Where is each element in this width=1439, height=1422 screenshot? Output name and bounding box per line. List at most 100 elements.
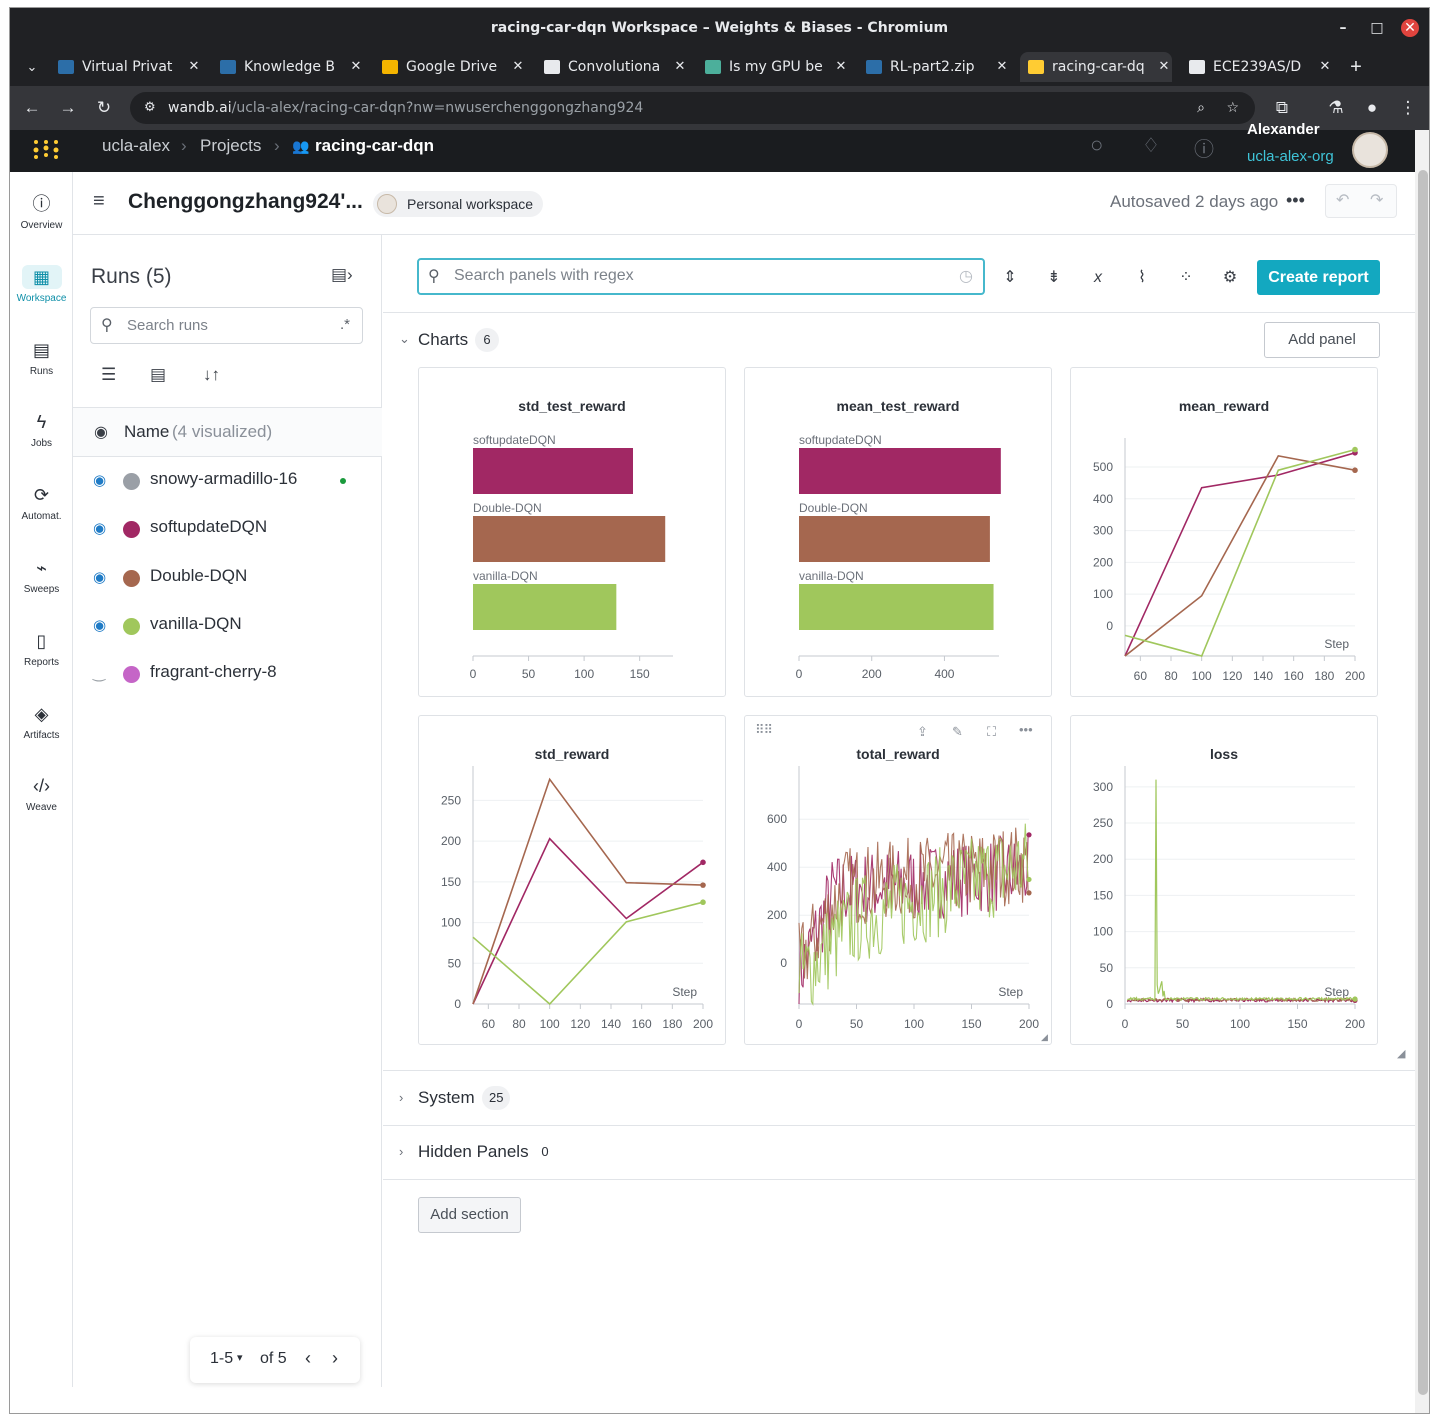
system-section[interactable]: › System 25: [383, 1072, 1415, 1126]
run-row[interactable]: ‿ fragrant-cherry-8: [73, 650, 382, 698]
undo-icon[interactable]: ↶: [1336, 190, 1349, 210]
search-runs-input[interactable]: ⚲ Search runs .*: [90, 307, 363, 344]
notifications-bell-icon[interactable]: ♢: [1142, 133, 1160, 158]
close-tab-icon[interactable]: ✕: [186, 52, 202, 82]
nav-weave[interactable]: ‹/› Weave: [10, 774, 73, 813]
chevron-right-icon[interactable]: ›: [399, 1144, 403, 1159]
search-panels-input[interactable]: ⚲ Search panels with regex ◷: [417, 258, 985, 295]
name-column-header[interactable]: Name: [124, 422, 169, 442]
eye-icon[interactable]: ◉: [93, 471, 106, 489]
run-row[interactable]: ◉ vanilla-DQN: [73, 602, 382, 650]
eye-icon[interactable]: ◉: [93, 616, 106, 634]
nav-jobs[interactable]: ϟ Jobs: [10, 410, 73, 449]
site-info-icon[interactable]: ⚙: [144, 92, 156, 124]
tab-list-chevron-icon[interactable]: ⌄: [20, 55, 44, 79]
next-page-icon[interactable]: ›: [332, 1348, 338, 1369]
tab-0[interactable]: Virtual Privat ✕: [50, 52, 202, 82]
extensions-icon[interactable]: ⧉: [1270, 96, 1294, 120]
breadcrumb-projects[interactable]: Projects: [200, 136, 261, 156]
charts-section-title[interactable]: Charts: [418, 330, 468, 350]
close-tab-icon[interactable]: ✕: [348, 52, 364, 82]
avatar[interactable]: [1352, 132, 1388, 168]
create-report-button[interactable]: Create report: [1257, 260, 1380, 295]
hamburger-menu-icon[interactable]: ≡: [93, 190, 105, 213]
eye-icon[interactable]: ◉: [94, 422, 108, 442]
close-tab-icon[interactable]: ✕: [833, 52, 849, 82]
drag-handle-icon[interactable]: ⠿⠿: [755, 722, 773, 738]
reload-icon[interactable]: ↻: [92, 96, 116, 120]
nav-automat[interactable]: ⟳ Automat.: [10, 483, 73, 522]
close-tab-icon[interactable]: ✕: [672, 52, 688, 82]
help-icon[interactable]: ⓘ: [1194, 133, 1214, 162]
nav-artifacts[interactable]: ◈ Artifacts: [10, 702, 73, 741]
nav-runs[interactable]: ▤ Runs: [10, 338, 73, 377]
labs-flask-icon[interactable]: ⚗: [1324, 96, 1348, 120]
scrollbar-thumb[interactable]: [1418, 170, 1428, 1395]
run-name[interactable]: fragrant-cherry-8: [150, 662, 277, 682]
new-tab-icon[interactable]: +: [1344, 55, 1368, 79]
hidden-panels-section[interactable]: › Hidden Panels 0: [383, 1126, 1415, 1180]
eye-icon[interactable]: ◉: [93, 568, 106, 586]
fullscreen-icon[interactable]: ⛶: [987, 724, 996, 740]
outliers-icon[interactable]: ⁘: [1173, 265, 1199, 291]
collapse-icon[interactable]: ⇟: [1041, 265, 1067, 291]
minimize-icon[interactable]: –: [1333, 18, 1353, 38]
x-axis-icon[interactable]: x: [1085, 265, 1111, 291]
sort-icon[interactable]: ↓↑: [203, 365, 220, 385]
columns-icon[interactable]: ▤: [150, 365, 166, 385]
run-color-swatch[interactable]: [123, 473, 140, 490]
menu-kebab-icon[interactable]: ⋮: [1396, 96, 1420, 120]
edit-pencil-icon[interactable]: ✎: [952, 724, 963, 740]
tab-5[interactable]: RL-part2.zip ✕: [858, 52, 1010, 82]
close-window-icon[interactable]: ✕: [1401, 19, 1419, 37]
redo-icon[interactable]: ↷: [1370, 190, 1383, 210]
tab-4[interactable]: Is my GPU be ✕: [697, 52, 849, 82]
tab-3[interactable]: Convolutiona ✕: [536, 52, 688, 82]
run-name[interactable]: Double-DQN: [150, 566, 247, 586]
chart-panel-mean-reward[interactable]: mean_reward 0 100 200 300 400 500 60 80 100 120 140…: [1070, 367, 1378, 697]
add-panel-button[interactable]: Add panel: [1264, 322, 1380, 358]
smoothing-icon[interactable]: ⌇: [1129, 265, 1155, 291]
workspace-title[interactable]: Chenggongzhang924'...: [128, 190, 363, 214]
more-options-icon[interactable]: •••: [1286, 190, 1305, 211]
forward-arrow-icon[interactable]: →: [56, 96, 80, 120]
tab-1[interactable]: Knowledge B ✕: [212, 52, 364, 82]
run-name[interactable]: snowy-armadillo-16: [150, 469, 297, 489]
back-arrow-icon[interactable]: ←: [20, 96, 44, 120]
regex-toggle[interactable]: .*: [340, 316, 350, 333]
run-color-swatch[interactable]: [123, 569, 140, 587]
chevron-right-icon[interactable]: ›: [399, 1090, 403, 1105]
history-icon[interactable]: ◷: [959, 266, 973, 286]
eye-closed-icon[interactable]: ‿: [93, 664, 105, 682]
close-tab-icon[interactable]: ✕: [510, 52, 526, 82]
close-tab-icon[interactable]: ✕: [1156, 52, 1172, 82]
tab-6[interactable]: racing-car-dq ✕: [1020, 52, 1172, 82]
run-row[interactable]: ◉ Double-DQN: [73, 554, 382, 602]
personal-workspace-badge[interactable]: Personal workspace: [373, 191, 544, 217]
settings-gear-icon[interactable]: ⚙: [1217, 265, 1243, 291]
chart-panel-loss[interactable]: loss 0 50 100 150 200 250 300 0 50 100 150 200 Step: [1070, 715, 1378, 1045]
profile-icon[interactable]: ●: [1360, 96, 1384, 120]
prev-page-icon[interactable]: ‹: [305, 1348, 311, 1369]
breadcrumb-project[interactable]: racing-car-dqn: [315, 136, 434, 156]
resize-handle-icon[interactable]: ◢: [1041, 1032, 1048, 1043]
search-icon[interactable]: ○: [1090, 132, 1103, 158]
user-org[interactable]: ucla-alex-org: [1247, 148, 1334, 165]
tab-2[interactable]: Google Drive ✕: [374, 52, 526, 82]
run-color-swatch[interactable]: [123, 521, 140, 539]
nav-reports[interactable]: ▯ Reports: [10, 629, 73, 668]
chart-panel-mean-test-reward[interactable]: mean_test_reward softupdateDQN Double-DQN v…: [744, 367, 1052, 697]
nav-workspace[interactable]: ▦ Workspace: [10, 264, 73, 304]
nav-sweeps[interactable]: ⌁ Sweeps: [10, 556, 73, 595]
filter-icon[interactable]: ☰: [101, 365, 116, 385]
run-color-swatch[interactable]: [123, 666, 140, 684]
chart-panel-std-reward[interactable]: std_reward 0 50 100 150 200 250 60 80 100 120 140 16…: [418, 715, 726, 1045]
more-options-icon[interactable]: •••: [1019, 722, 1033, 737]
eye-icon[interactable]: ◉: [93, 519, 106, 537]
close-tab-icon[interactable]: ✕: [994, 52, 1010, 82]
run-name[interactable]: vanilla-DQN: [150, 614, 242, 634]
chart-panel-std-test-reward[interactable]: std_test_reward softupdateDQN Double-DQN va…: [418, 367, 726, 697]
bookmark-star-icon[interactable]: ☆: [1226, 92, 1239, 124]
tab-7[interactable]: ECE239AS/D ✕: [1181, 52, 1333, 82]
page-scrollbar[interactable]: [1415, 130, 1429, 1413]
